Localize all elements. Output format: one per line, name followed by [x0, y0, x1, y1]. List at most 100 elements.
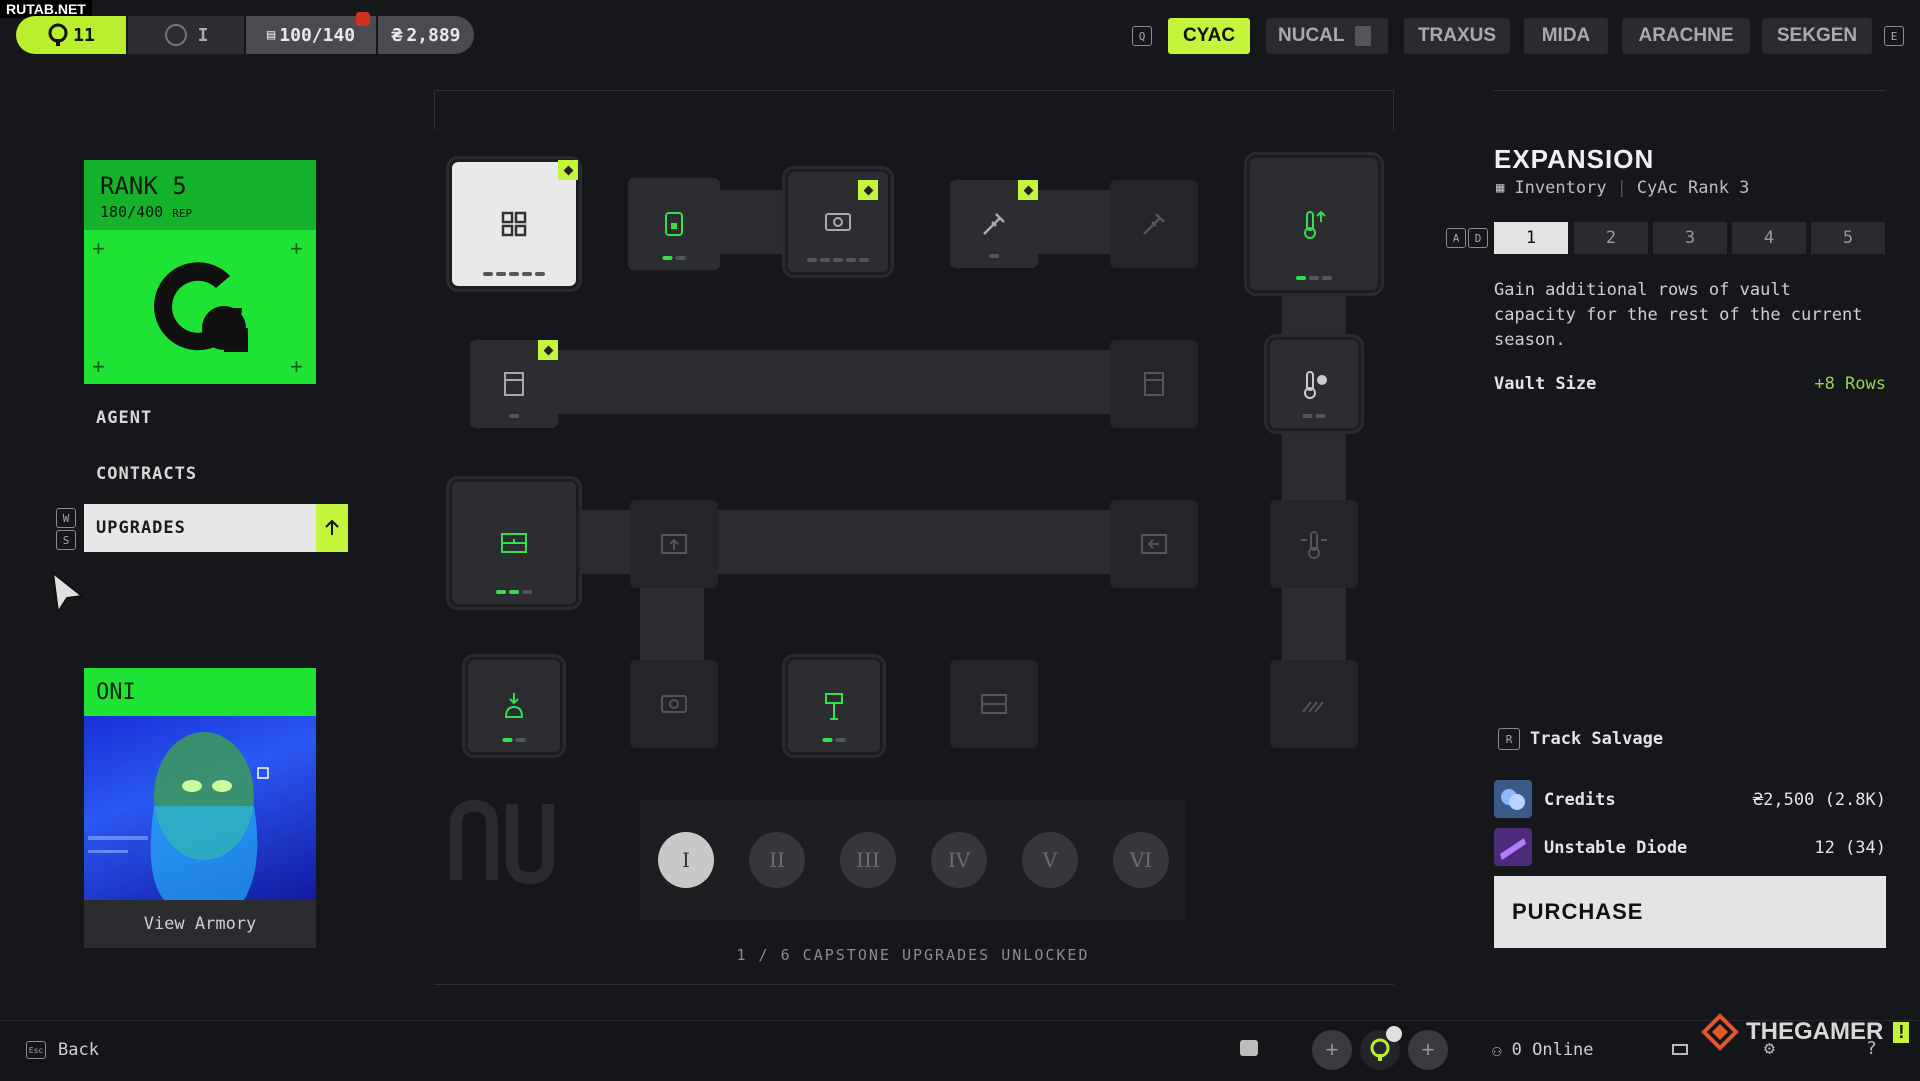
faction-emblem-icon [450, 800, 554, 884]
chat-icon[interactable] [1240, 1040, 1258, 1056]
container-icon [504, 372, 524, 396]
tree-frame-corner [434, 90, 435, 130]
capstone-3[interactable]: III [840, 832, 896, 888]
backpack-icon [665, 212, 683, 236]
back-label: Back [58, 1040, 99, 1060]
tab-arachne[interactable]: ARACHNE [1622, 18, 1750, 54]
unlock-badge-icon [538, 340, 558, 360]
upgrade-node-locked[interactable] [1270, 500, 1358, 588]
player-emblem-icon [48, 23, 68, 46]
nav-contracts[interactable]: CONTRACTS [96, 464, 197, 484]
unlock-badge-icon [558, 160, 578, 180]
upgrade-node[interactable] [628, 178, 720, 270]
upgrade-node-expansion[interactable] [449, 159, 579, 289]
storage-up-icon [661, 534, 687, 554]
credits-chip[interactable]: ₴ 2,889 [378, 16, 474, 54]
upgrade-node-locked[interactable] [630, 660, 718, 748]
brand-name: THEGAMER [1746, 1018, 1884, 1045]
season-rank: I [197, 24, 209, 46]
rank-progress-row: 180/400 REP [100, 203, 192, 221]
upgrade-node-locked[interactable] [630, 500, 718, 588]
key-hint-a: A [1446, 228, 1466, 248]
thermometer-wind-icon [1301, 531, 1327, 559]
upgrade-node[interactable] [465, 657, 563, 755]
season-rank-chip[interactable]: I [128, 16, 244, 54]
online-friends[interactable]: ⚇ 0 Online [1492, 1040, 1594, 1060]
tab-nucal[interactable]: NUCAL [1266, 18, 1388, 54]
cost-credits-label: Credits [1544, 790, 1616, 810]
upgrade-node[interactable] [1247, 155, 1381, 293]
upgrade-node[interactable] [785, 657, 883, 755]
nav-agent[interactable]: AGENT [96, 408, 152, 428]
alert-badge [356, 12, 370, 26]
player-emblem-icon [1370, 1038, 1390, 1061]
upgrade-description: Gain additional rows of vault capacity f… [1494, 280, 1863, 350]
upgrade-node-locked[interactable] [1270, 660, 1358, 748]
view-armory-button[interactable]: View Armory [84, 900, 316, 948]
tab-nucal-icon [1354, 26, 1371, 46]
mouse-cursor-icon [51, 570, 85, 615]
capstone-6[interactable]: VI [1113, 832, 1169, 888]
capstone-status: 1 / 6 CAPSTONE UPGRADES UNLOCKED [736, 946, 1090, 964]
level-tab-1[interactable]: 1 [1494, 222, 1568, 254]
tab-cyac[interactable]: CYAC [1168, 18, 1250, 54]
node-level-pips [509, 414, 519, 418]
upgrade-node-locked[interactable] [1110, 500, 1198, 588]
level-keys-hint: A D [1446, 228, 1488, 248]
upgrade-category: Inventory [1514, 178, 1607, 198]
upgrade-title: EXPANSION [1494, 144, 1655, 174]
key-hint-r: R [1498, 728, 1520, 750]
upgrades-arrow-icon[interactable] [316, 504, 348, 552]
purchase-button[interactable]: PURCHASE [1494, 876, 1886, 948]
node-level-pips [662, 256, 686, 260]
upgrade-node-locked[interactable] [950, 660, 1038, 748]
node-level-pips [496, 590, 532, 594]
container-icon [1144, 372, 1164, 396]
tab-mida[interactable]: MIDA [1524, 18, 1608, 54]
tree-connector [540, 350, 1156, 414]
upgrade-node-locked[interactable] [1110, 340, 1198, 428]
player-level-chip[interactable]: 11 [16, 16, 126, 54]
sign-post-icon [825, 693, 843, 720]
node-level-pips [1302, 414, 1326, 418]
level-tab-4[interactable]: 4 [1732, 222, 1806, 254]
capstone-2[interactable]: II [749, 832, 805, 888]
capstone-4[interactable]: IV [931, 832, 987, 888]
tab-traxus[interactable]: TRAXUS [1404, 18, 1510, 54]
capstone-5[interactable]: V [1022, 832, 1078, 888]
upgrade-node-locked[interactable] [1110, 180, 1198, 268]
unlock-badge-icon [858, 180, 878, 200]
track-salvage-button[interactable]: R Track Salvage [1498, 728, 1663, 750]
add-squad-slot-icon[interactable]: + [1408, 1030, 1448, 1070]
rank-circle-icon [164, 24, 187, 46]
key-hint-e: E [1884, 26, 1904, 46]
level-tab-5[interactable]: 5 [1811, 222, 1885, 254]
tab-sekgen[interactable]: SEKGEN [1762, 18, 1872, 54]
cost-diode-label: Unstable Diode [1544, 838, 1688, 858]
add-squad-slot-icon[interactable]: + [1312, 1030, 1352, 1070]
vault-capacity: 100/140 [279, 24, 356, 46]
microphone-icon [1386, 1026, 1402, 1042]
capstone-1[interactable]: I [658, 832, 714, 888]
node-level-pips [989, 254, 999, 258]
level-tab-2[interactable]: 2 [1574, 222, 1648, 254]
back-button[interactable]: Esc Back [26, 1040, 99, 1060]
rank-progress-suffix: REP [172, 207, 193, 220]
syringe-icon [1143, 213, 1165, 235]
level-tab-3[interactable]: 3 [1653, 222, 1727, 254]
mail-icon[interactable] [1672, 1044, 1688, 1055]
friends-icon: ⚇ [1492, 1040, 1502, 1060]
player-level: 11 [73, 24, 95, 46]
key-hint-w: W [56, 508, 76, 528]
thermometer-up-icon [1304, 210, 1326, 239]
corner-plus-icon: + [290, 354, 303, 379]
upgrade-node[interactable] [449, 479, 579, 607]
unstable-diode-icon [1494, 828, 1532, 866]
node-level-pips [502, 738, 526, 742]
nav-upgrades[interactable]: UPGRADES [84, 504, 316, 552]
grid-icon: ▦ [1496, 180, 1505, 196]
upgrade-node[interactable] [1267, 337, 1361, 431]
detail-frame-top [1494, 90, 1886, 91]
tree-frame-corner [1393, 90, 1394, 130]
key-hint-q: Q [1132, 26, 1152, 46]
